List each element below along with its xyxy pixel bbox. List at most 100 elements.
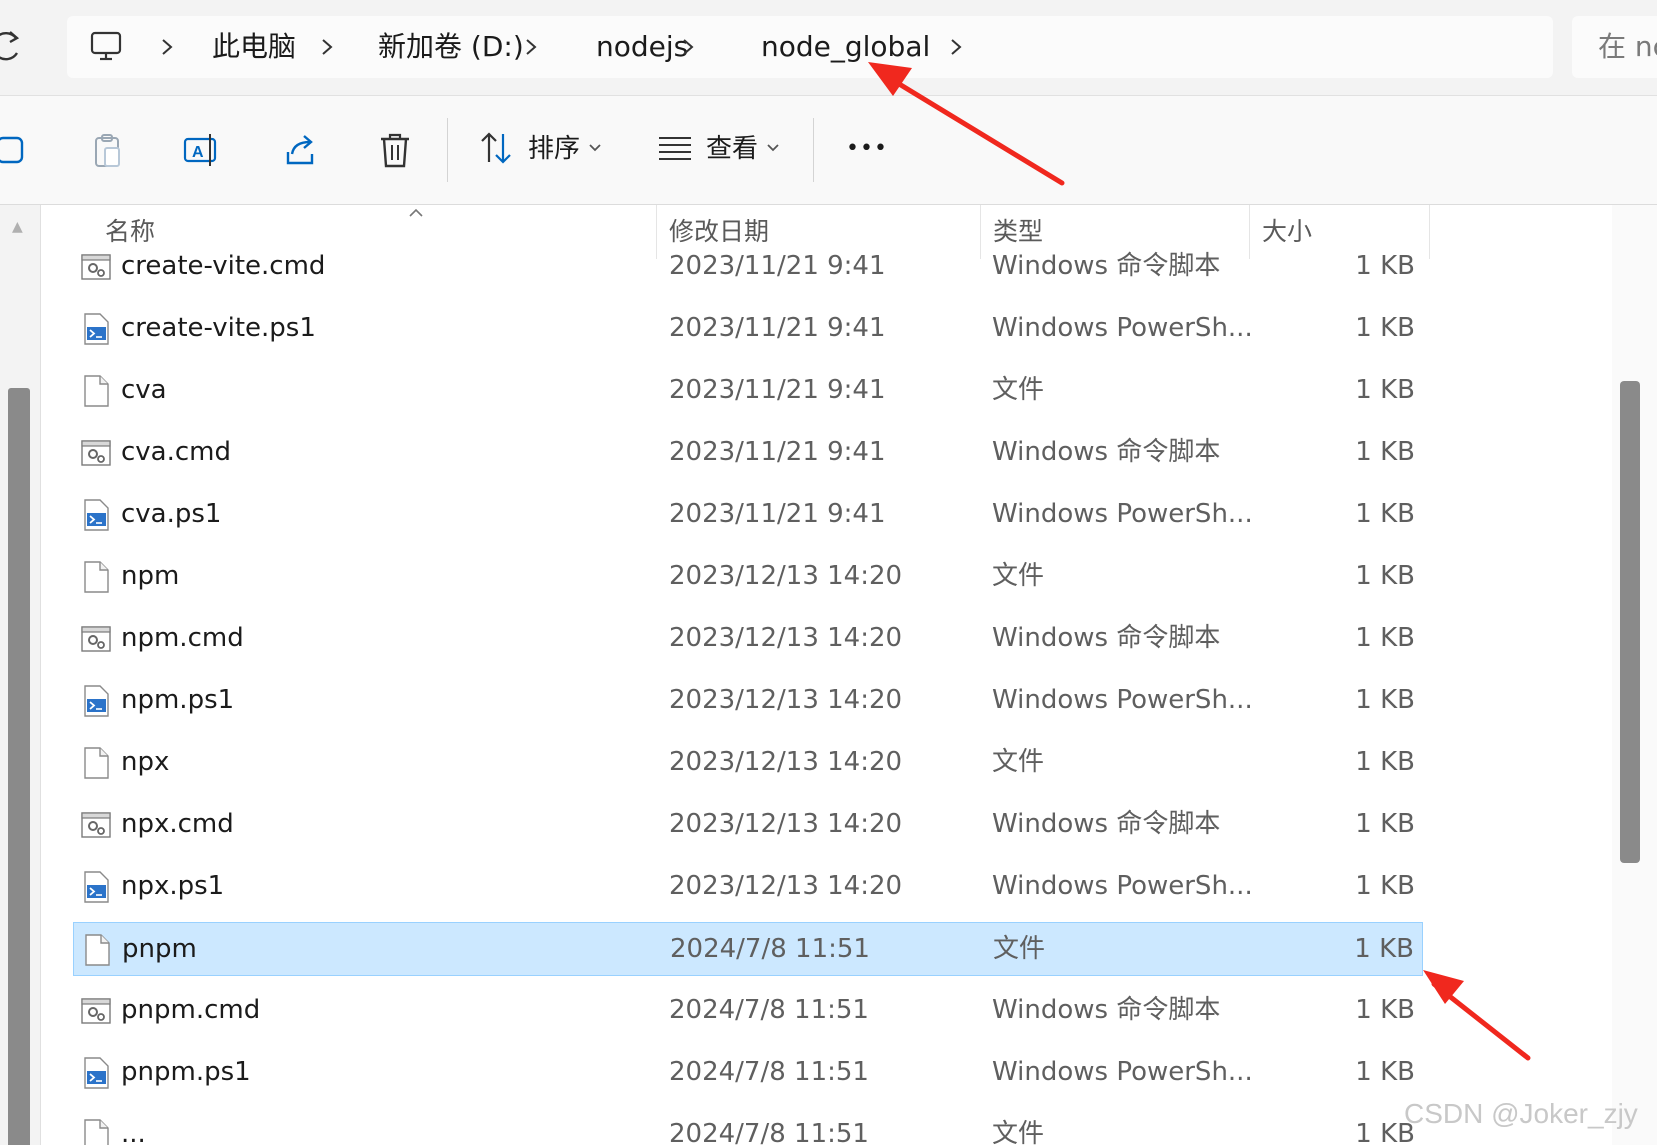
file-size: 1 KB [1355, 871, 1415, 901]
rename-icon[interactable]: A [182, 130, 222, 170]
file-size: 1 KB [1355, 561, 1415, 591]
file-modified-date: 2023/11/21 9:41 [669, 313, 886, 343]
chevron-right-icon[interactable] [681, 38, 695, 56]
file-type: Windows 命令脚本 [992, 437, 1221, 467]
copy-icon[interactable] [0, 130, 32, 170]
file-row[interactable]: npx.ps1 2023/12/13 14:20 Windows PowerSh..… [73, 860, 1423, 914]
breadcrumb-nodejs[interactable]: nodejs [596, 29, 688, 65]
cmd-file-icon [81, 437, 111, 469]
file-modified-date: 2024/7/8 11:51 [669, 995, 869, 1025]
file-size: 1 KB [1354, 934, 1414, 964]
file-type: 文件 [993, 934, 1046, 964]
file-size: 1 KB [1355, 809, 1415, 839]
file-modified-date: 2023/11/21 9:41 [669, 499, 886, 529]
file-row[interactable]: cva 2023/11/21 9:41 文件 1 KB [73, 364, 1423, 418]
more-options-icon: ••• [846, 136, 888, 161]
this-pc-icon[interactable] [89, 29, 123, 63]
paste-icon[interactable] [87, 130, 127, 170]
blank-file-icon [81, 747, 111, 779]
file-type: Windows 命令脚本 [992, 623, 1221, 653]
file-type: 文件 [992, 375, 1045, 405]
file-size: 1 KB [1355, 1057, 1415, 1087]
file-name: npm [121, 561, 180, 591]
file-type: Windows PowerSh... [992, 499, 1253, 529]
search-placeholder: 在 nc [1598, 30, 1657, 63]
file-type: Windows PowerSh... [992, 871, 1253, 901]
file-name: npm.cmd [121, 623, 244, 653]
chevron-right-icon[interactable] [160, 38, 174, 56]
file-row[interactable]: ... 2024/7/8 11:51 文件 1 KB [73, 1108, 1423, 1145]
file-type: 文件 [992, 561, 1045, 591]
sort-button[interactable]: 排序 [478, 124, 608, 174]
command-bar: A 排序 查看 ••• [0, 96, 1657, 205]
file-modified-date: 2024/7/8 11:51 [670, 934, 870, 964]
breadcrumb-drive-d[interactable]: 新加卷 (D:) [378, 29, 524, 65]
file-type: Windows 命令脚本 [992, 251, 1221, 281]
chevron-right-icon[interactable] [949, 38, 963, 56]
search-box[interactable]: 在 nc [1572, 16, 1657, 78]
chevron-down-icon [767, 144, 779, 152]
file-name: npx.cmd [121, 809, 234, 839]
file-row[interactable]: cva.cmd 2023/11/21 9:41 Windows 命令脚本 1 KB [73, 426, 1423, 480]
file-modified-date: 2024/7/8 11:51 [669, 1119, 869, 1145]
file-row[interactable]: npm.ps1 2023/12/13 14:20 Windows PowerSh..… [73, 674, 1423, 728]
chevron-right-icon[interactable] [320, 38, 334, 56]
chevron-down-icon [589, 144, 601, 152]
file-modified-date: 2023/12/13 14:20 [669, 623, 903, 653]
file-row[interactable]: npm 2023/12/13 14:20 文件 1 KB [73, 550, 1423, 604]
file-list-scrollbar[interactable] [1612, 205, 1657, 1145]
svg-text:A: A [192, 144, 204, 161]
file-size: 1 KB [1355, 623, 1415, 653]
file-type: Windows PowerSh... [992, 1057, 1253, 1087]
file-modified-date: 2023/12/13 14:20 [669, 685, 903, 715]
share-icon[interactable] [280, 130, 320, 170]
file-row[interactable]: npm.cmd 2023/12/13 14:20 Windows 命令脚本 1 KB [73, 612, 1423, 666]
view-label: 查看 [706, 134, 759, 164]
cmd-file-icon [81, 995, 111, 1027]
file-size: 1 KB [1355, 437, 1415, 467]
file-row[interactable]: create-vite.ps1 2023/11/21 9:41 Windows Po… [73, 302, 1423, 356]
file-type: Windows 命令脚本 [992, 995, 1221, 1025]
file-name: create-vite.ps1 [121, 313, 316, 343]
powershell-file-icon [81, 1057, 111, 1089]
chevron-right-icon[interactable] [524, 38, 538, 56]
blank-file-icon [81, 1119, 111, 1145]
more-options-button[interactable]: ••• [842, 124, 888, 174]
file-row[interactable]: npx.cmd 2023/12/13 14:20 Windows 命令脚本 1 KB [73, 798, 1423, 852]
file-modified-date: 2023/12/13 14:20 [669, 809, 903, 839]
breadcrumb-this-pc[interactable]: 此电脑 [212, 29, 296, 65]
address-bar[interactable]: 此电脑 新加卷 (D:) nodejs node_global [67, 16, 1553, 78]
powershell-file-icon [81, 685, 111, 717]
file-size: 1 KB [1355, 313, 1415, 343]
blank-file-icon [82, 934, 112, 966]
file-row[interactable]: npx 2023/12/13 14:20 文件 1 KB [73, 736, 1423, 790]
cmd-file-icon [81, 623, 111, 655]
file-modified-date: 2023/12/13 14:20 [669, 871, 903, 901]
file-size: 1 KB [1355, 499, 1415, 529]
delete-icon[interactable] [375, 130, 415, 170]
refresh-icon[interactable] [0, 26, 26, 66]
file-size: 1 KB [1355, 375, 1415, 405]
scroll-up-arrow-icon[interactable]: ▲ [12, 219, 23, 235]
navigation-pane-scrollbar-thumb[interactable] [8, 388, 30, 1145]
file-size: 1 KB [1355, 747, 1415, 777]
file-list-scrollbar-thumb[interactable] [1620, 381, 1640, 863]
file-row-selected[interactable]: pnpm 2024/7/8 11:51 文件 1 KB [73, 922, 1423, 976]
file-row[interactable]: create-vite.cmd 2023/11/21 9:41 Windows 命令… [73, 240, 1423, 294]
file-row[interactable]: cva.ps1 2023/11/21 9:41 Windows PowerSh...… [73, 488, 1423, 542]
file-size: 1 KB [1355, 995, 1415, 1025]
blank-file-icon [81, 375, 111, 407]
file-explorer-window: 此电脑 新加卷 (D:) nodejs node_global 在 nc [0, 0, 1657, 1145]
file-modified-date: 2023/12/13 14:20 [669, 561, 903, 591]
file-modified-date: 2023/11/21 9:41 [669, 375, 886, 405]
file-row[interactable]: pnpm.ps1 2024/7/8 11:51 Windows PowerSh...… [73, 1046, 1423, 1100]
file-modified-date: 2023/12/13 14:20 [669, 747, 903, 777]
toolbar-separator [813, 118, 814, 182]
view-list-icon [659, 137, 691, 160]
breadcrumb-node-global[interactable]: node_global [761, 29, 930, 65]
file-row[interactable]: pnpm.cmd 2024/7/8 11:51 Windows 命令脚本 1 KB [73, 984, 1423, 1038]
view-button[interactable]: 查看 [657, 124, 787, 174]
file-name: npm.ps1 [121, 685, 235, 715]
file-modified-date: 2023/11/21 9:41 [669, 251, 886, 281]
file-type: Windows PowerSh... [992, 685, 1253, 715]
